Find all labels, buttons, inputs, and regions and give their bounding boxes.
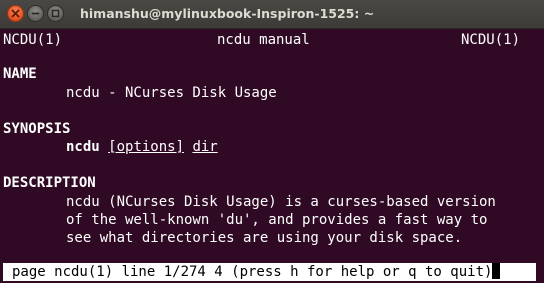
synopsis-options: [options] (108, 139, 185, 155)
maximize-button[interactable] (47, 5, 64, 22)
section-description-heading: DESCRIPTION (3, 175, 96, 191)
synopsis-dir: dir (192, 139, 218, 155)
man-header-left: NCDU(1) (3, 32, 63, 48)
close-button[interactable] (7, 5, 24, 22)
title-bar[interactable]: himanshu@mylinuxbook-Inspiron-1525: ~ (0, 0, 544, 29)
maximize-icon (51, 9, 60, 18)
description-line: see what directories are using your disk… (66, 230, 463, 246)
synopsis-line: ncdu [options] dir (66, 138, 218, 156)
minimize-button[interactable] (27, 5, 44, 22)
terminal-window: himanshu@mylinuxbook-Inspiron-1525: ~ NC… (0, 0, 544, 283)
name-text: ncdu - NCurses Disk Usage (66, 85, 277, 101)
text-cursor (492, 263, 501, 279)
section-name-heading: NAME (3, 66, 37, 82)
window-title: himanshu@mylinuxbook-Inspiron-1525: ~ (80, 6, 375, 21)
man-header-right: NCDU(1) (461, 32, 521, 48)
pager-status-bar: page ncdu(1) line 1/274 4 (press h for h… (3, 263, 536, 281)
description-line: ncdu (NCurses Disk Usage) is a curses-ba… (66, 194, 496, 210)
man-header-center: ncdu manual (217, 32, 310, 48)
terminal-content[interactable]: NCDU(1) ncdu manual NCDU(1) NAME ncdu - … (0, 29, 544, 283)
close-icon (11, 9, 20, 18)
synopsis-command: ncdu (66, 139, 100, 155)
section-synopsis-heading: SYNOPSIS (3, 121, 71, 137)
status-text: page ncdu(1) line 1/274 4 (press h for h… (12, 264, 493, 280)
description-line: of the well-known 'du', and provides a f… (66, 212, 488, 228)
minimize-icon (31, 9, 40, 18)
